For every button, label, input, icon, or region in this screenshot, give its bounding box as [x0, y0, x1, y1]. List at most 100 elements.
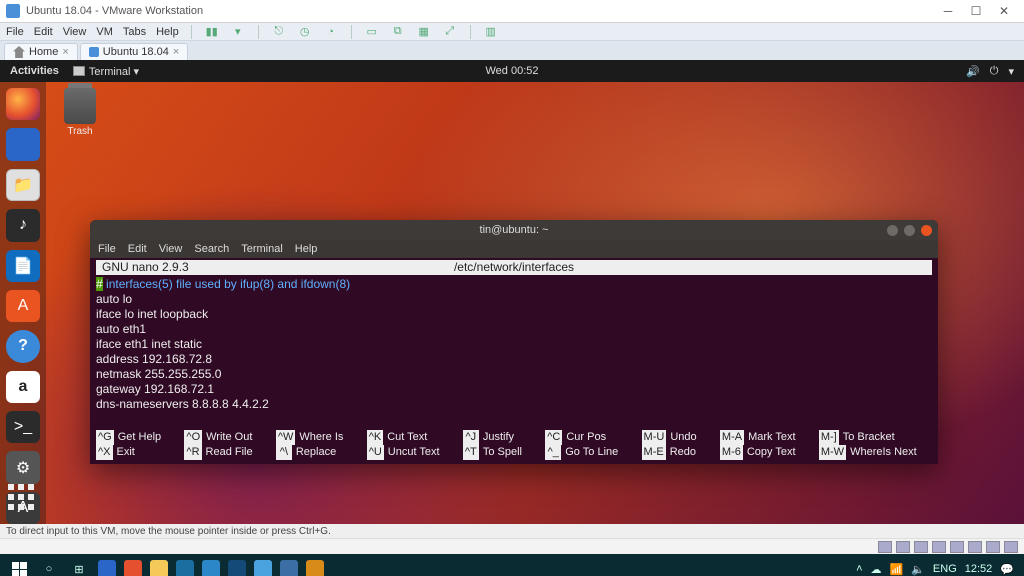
task-app[interactable]: [302, 556, 328, 576]
close-icon[interactable]: ×: [173, 46, 179, 58]
nano-shortcut: ^WWhere Is: [276, 430, 359, 445]
term-menu-file[interactable]: File: [98, 243, 116, 255]
window-close-button[interactable]: [921, 225, 932, 236]
term-menu-terminal[interactable]: Terminal: [241, 243, 283, 255]
dock-amazon[interactable]: a: [6, 371, 40, 403]
toolbar-library-icon[interactable]: ▥: [483, 24, 499, 40]
start-button[interactable]: [4, 556, 34, 576]
task-app[interactable]: [198, 556, 224, 576]
nano-shortcut: M-WWhereIs Next: [819, 445, 932, 460]
device-display-icon[interactable]: [986, 541, 1000, 553]
terminal-window[interactable]: tin@ubuntu: ~ File Edit View Search Term…: [90, 220, 938, 464]
guest-desktop[interactable]: Activities Terminal ▾ Wed 00:52 🔊 ⏻ ▾ 📁 …: [0, 60, 1024, 524]
menu-view[interactable]: View: [63, 26, 87, 38]
task-app[interactable]: [224, 556, 250, 576]
appmenu-terminal[interactable]: Terminal ▾: [73, 65, 139, 78]
trash-icon: [64, 88, 96, 124]
toolbar-unity-icon[interactable]: ⧉: [390, 24, 406, 40]
pause-vm-button[interactable]: ▮▮: [204, 24, 220, 40]
toolbar-send-cad-icon[interactable]: ⎋: [271, 24, 287, 40]
nano-shortcut: M-6Copy Text: [720, 445, 811, 460]
toolbar-snapshot-icon[interactable]: ◷: [297, 24, 313, 40]
task-app[interactable]: [250, 556, 276, 576]
tab-ubuntu[interactable]: Ubuntu 18.04 ×: [80, 43, 189, 60]
device-hdd-icon[interactable]: [878, 541, 892, 553]
menu-vm[interactable]: VM: [96, 26, 113, 38]
home-icon: [13, 46, 25, 58]
menu-file[interactable]: File: [6, 26, 24, 38]
device-cd-icon[interactable]: [896, 541, 910, 553]
device-printer-icon[interactable]: [968, 541, 982, 553]
nano-shortcut: ^GGet Help: [96, 430, 176, 445]
device-usb-icon[interactable]: [932, 541, 946, 553]
device-sound-icon[interactable]: [950, 541, 964, 553]
menu-tabs[interactable]: Tabs: [123, 26, 146, 38]
terminal-titlebar[interactable]: tin@ubuntu: ~: [90, 220, 938, 240]
vmware-status-bar: To direct input to this VM, move the mou…: [0, 524, 1024, 538]
power-icon[interactable]: ⏻: [990, 65, 999, 78]
dock-terminal[interactable]: >_: [6, 411, 40, 443]
tray-notifications-icon[interactable]: 💬: [1000, 563, 1014, 576]
dock-writer[interactable]: 📄: [6, 250, 40, 282]
dock-files[interactable]: 📁: [6, 169, 40, 201]
task-vmware[interactable]: [276, 556, 302, 576]
nano-shortcut: ^RRead File: [184, 445, 267, 460]
play-vm-dropdown[interactable]: ▾: [230, 24, 246, 40]
activities-button[interactable]: Activities: [10, 65, 59, 77]
taskview-button[interactable]: ⊞: [64, 556, 94, 576]
task-firefox[interactable]: [120, 556, 146, 576]
term-menu-help[interactable]: Help: [295, 243, 318, 255]
nano-shortcut: ^\Replace: [276, 445, 359, 460]
menu-edit[interactable]: Edit: [34, 26, 53, 38]
windows-taskbar: ○ ⊞ ˄ ☁ 📶 🔈 ENG 12:52 💬: [0, 554, 1024, 576]
window-minimize-button[interactable]: [887, 225, 898, 236]
terminal-icon: [73, 66, 85, 76]
terminal-title: tin@ubuntu: ~: [480, 224, 549, 236]
close-icon[interactable]: ×: [62, 46, 68, 58]
dock-firefox[interactable]: [6, 88, 40, 120]
tray-language[interactable]: ENG: [933, 563, 957, 575]
tray-network-icon[interactable]: 📶: [890, 563, 904, 576]
window-maximize-button[interactable]: ☐: [962, 4, 990, 18]
term-menu-view[interactable]: View: [159, 243, 183, 255]
tray-volume-icon[interactable]: 🔈: [911, 563, 925, 576]
dock-rhythmbox[interactable]: ♪: [6, 209, 40, 241]
gnome-topbar: Activities Terminal ▾ Wed 00:52 🔊 ⏻ ▾: [0, 60, 1024, 82]
toolbar-fullscreen-icon[interactable]: ▭: [364, 24, 380, 40]
toolbar-snapshot-mgr-icon[interactable]: ◔: [323, 24, 339, 40]
tab-home[interactable]: Home ×: [4, 43, 78, 60]
volume-icon[interactable]: 🔊: [966, 65, 980, 78]
tray-clock[interactable]: 12:52: [965, 563, 993, 575]
vmware-icon: [6, 4, 20, 18]
term-menu-search[interactable]: Search: [194, 243, 229, 255]
system-menu-chevron-icon[interactable]: ▾: [1008, 65, 1014, 78]
device-message-icon[interactable]: [1004, 541, 1018, 553]
nano-shortcut: ^TTo Spell: [463, 445, 537, 460]
dock-software[interactable]: A: [6, 290, 40, 322]
desktop-trash[interactable]: Trash: [58, 88, 102, 137]
dock-settings[interactable]: ⚙: [6, 451, 40, 483]
vmware-status-text: To direct input to this VM, move the mou…: [6, 526, 331, 537]
topbar-clock[interactable]: Wed 00:52: [485, 65, 538, 77]
show-applications-button[interactable]: [8, 484, 38, 514]
task-app[interactable]: [94, 556, 120, 576]
task-explorer[interactable]: [146, 556, 172, 576]
tray-onedrive-icon[interactable]: ☁: [871, 563, 882, 576]
device-net-icon[interactable]: [914, 541, 928, 553]
window-close-button[interactable]: ✕: [990, 4, 1018, 18]
nano-editor-content[interactable]: # interfaces(5) file used by ifup(8) and…: [96, 277, 932, 412]
window-minimize-button[interactable]: ─: [934, 4, 962, 18]
toolbar-stretch-icon[interactable]: ⤢: [442, 24, 458, 40]
term-menu-edit[interactable]: Edit: [128, 243, 147, 255]
window-maximize-button[interactable]: [904, 225, 915, 236]
nano-shortcut: M-UUndo: [642, 430, 712, 445]
nano-shortcut: M-AMark Text: [720, 430, 811, 445]
task-app[interactable]: [172, 556, 198, 576]
dock-help[interactable]: ?: [6, 330, 40, 362]
menu-help[interactable]: Help: [156, 26, 179, 38]
toolbar-view-icon[interactable]: ▦: [416, 24, 432, 40]
terminal-body[interactable]: GNU nano 2.9.3 /etc/network/interfaces #…: [90, 258, 938, 464]
tray-chevron-icon[interactable]: ˄: [856, 563, 862, 575]
dock-thunderbird[interactable]: [6, 128, 40, 160]
cortana-button[interactable]: ○: [34, 556, 64, 576]
